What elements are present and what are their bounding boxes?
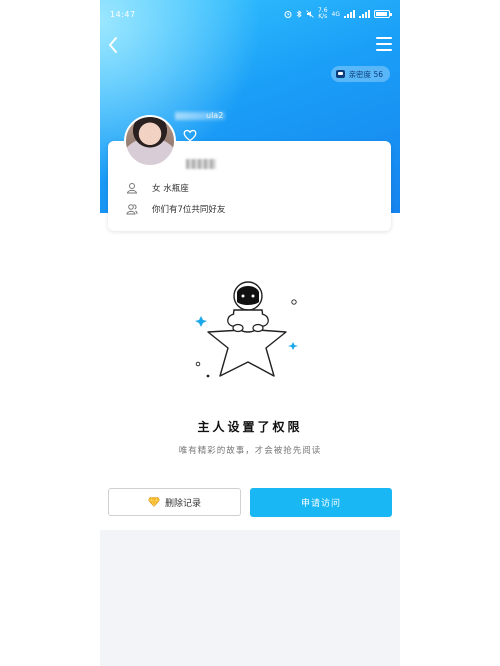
message-icon xyxy=(335,70,345,78)
phone-screen: 14:47 7.6 K/s 4G 亲密度 56 女 水瓶座 你们有7位共同好友 … xyxy=(100,0,400,666)
avatar[interactable] xyxy=(124,115,176,167)
hamburger-menu-icon[interactable] xyxy=(376,37,392,53)
permission-title: 主人设置了权限 xyxy=(197,420,303,434)
bottom-panel xyxy=(100,530,400,666)
signal-strength-icon xyxy=(344,10,355,18)
status-time: 14:47 xyxy=(110,10,136,19)
info-row-mutual-friends[interactable]: 你们有7位共同好友 xyxy=(126,203,225,215)
network-speed: 7.6 K/s xyxy=(317,7,328,20)
info-text-gender-zodiac: 女 水瓶座 xyxy=(152,184,189,194)
status-icons: 7.6 K/s 4G xyxy=(284,7,392,20)
delete-record-button[interactable]: 删除记录 xyxy=(108,488,241,516)
diamond-icon xyxy=(148,497,160,507)
nickname-suffix: ula2 xyxy=(206,111,224,120)
alarm-icon xyxy=(284,11,292,18)
apply-access-label: 申请访问 xyxy=(300,499,341,509)
battery-icon xyxy=(374,10,392,18)
intimacy-badge[interactable]: 亲密度 56 xyxy=(330,66,390,82)
permission-subtitle: 唯有精彩的故事，才会被抢先阅读 xyxy=(178,446,322,456)
person-icon xyxy=(126,183,138,194)
mute-icon xyxy=(306,10,314,18)
intimacy-label: 亲密度 56 xyxy=(348,69,383,79)
network-type-label: 4G xyxy=(331,10,340,18)
heart-icon[interactable] xyxy=(182,127,198,143)
status-bar: 14:47 7.6 K/s 4G xyxy=(100,0,400,30)
apply-access-button[interactable]: 申请访问 xyxy=(250,488,392,517)
friends-icon xyxy=(126,204,138,215)
astronaut-star-illustration xyxy=(195,281,298,378)
chevron-left-icon[interactable] xyxy=(104,34,124,56)
bluetooth-icon xyxy=(296,10,302,18)
account-id-obscured xyxy=(186,159,216,169)
info-text-mutual-friends: 你们有7位共同好友 xyxy=(152,205,226,215)
delete-record-label: 删除记录 xyxy=(164,498,201,509)
info-row-gender-zodiac: 女 水瓶座 xyxy=(126,182,189,194)
signal-strength-icon-2 xyxy=(359,10,370,18)
